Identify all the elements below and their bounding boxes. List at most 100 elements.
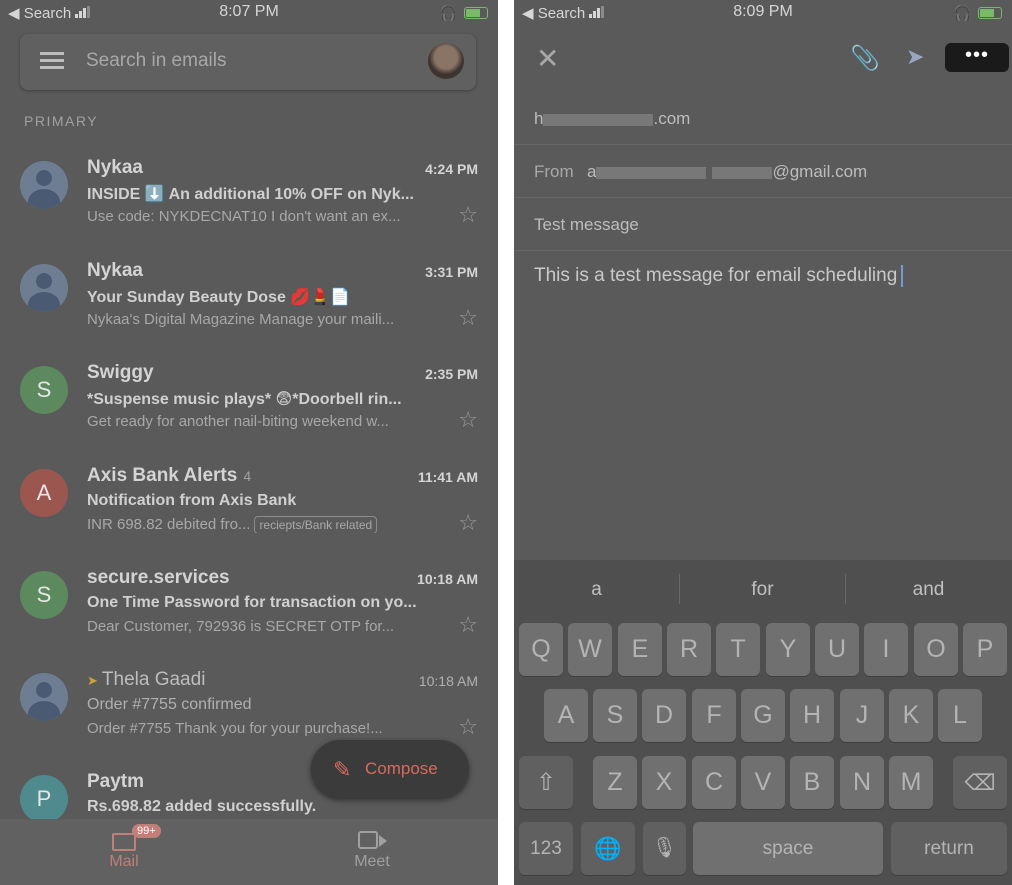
key-y[interactable]: Y (766, 623, 810, 676)
key-a[interactable]: A (544, 689, 588, 742)
star-icon[interactable]: ☆ (458, 204, 478, 226)
email-row[interactable]: S Swiggy 2:35 PM *Suspense music plays* … (0, 358, 498, 458)
body-text: This is a test message for email schedul… (534, 265, 898, 287)
key-j[interactable]: J (840, 689, 884, 742)
email-time: 10:18 AM (417, 571, 478, 587)
to-field[interactable]: h .com (514, 92, 1012, 145)
menu-icon[interactable] (40, 52, 64, 70)
email-row[interactable]: S secure.services 10:18 AM One Time Pass… (0, 563, 498, 663)
email-row[interactable]: A Axis Bank Alerts 4 11:41 AM Notificatio… (0, 461, 498, 561)
status-time: 8:09 PM (733, 3, 793, 20)
more-options-button[interactable]: ••• (945, 43, 1009, 72)
suggestion-2[interactable]: for (680, 570, 845, 610)
backspace-key[interactable]: ⌫ (953, 756, 1007, 809)
key-c[interactable]: C (692, 756, 736, 809)
suggestion-1[interactable]: a (514, 570, 679, 610)
search-input[interactable]: Search in emails (86, 50, 226, 72)
status-bar: ◀ Search 8:09 PM 🎧 (514, 0, 1012, 26)
backspace-icon: ⌫ (964, 770, 996, 795)
email-time: 3:31 PM (425, 264, 478, 280)
key-t[interactable]: T (716, 623, 760, 676)
star-icon[interactable]: ☆ (458, 614, 478, 636)
email-subject: *Suspense music plays* 😨*Doorbell rin... (87, 391, 402, 408)
email-row[interactable]: Nykaa 3:31 PM Your Sunday Beauty Dose 💋💄… (0, 256, 498, 356)
key-p[interactable]: P (963, 623, 1007, 676)
key-r[interactable]: R (667, 623, 711, 676)
subject-value[interactable]: Test message (534, 215, 639, 235)
avatar-icon (20, 673, 68, 721)
compose-screen: ◀ Search 8:09 PM 🎧 ✕ 📎 ➤ ••• h .com From … (514, 0, 1012, 885)
key-l[interactable]: L (938, 689, 982, 742)
avatar-icon (20, 161, 68, 209)
email-subject: Your Sunday Beauty Dose 💋💄📄 (87, 289, 351, 306)
sender-name: Axis Bank Alerts (87, 465, 238, 486)
email-sender: Axis Bank Alerts 4 (87, 465, 251, 487)
key-w[interactable]: W (568, 623, 612, 676)
suggestion-3[interactable]: and (846, 570, 1011, 610)
search-bar[interactable]: Search in emails (20, 34, 476, 90)
bottom-nav: 99+ Mail Meet (0, 819, 498, 885)
key-m[interactable]: M (889, 756, 933, 809)
send-icon[interactable]: ➤ (906, 44, 924, 70)
snippet-text: INR 698.82 debited fro... (87, 516, 251, 533)
pencil-icon: ✎ (333, 757, 352, 782)
key-x[interactable]: X (642, 756, 686, 809)
key-i[interactable]: I (864, 623, 908, 676)
key-o[interactable]: O (914, 623, 958, 676)
star-icon[interactable]: ☆ (458, 409, 478, 431)
headphones-icon: 🎧 (439, 5, 458, 22)
key-h[interactable]: H (790, 689, 834, 742)
key-d[interactable]: D (642, 689, 686, 742)
unread-badge: 99+ (132, 824, 161, 838)
from-value[interactable]: a @gmail.com (587, 162, 867, 182)
email-time: 11:41 AM (417, 469, 478, 485)
key-z[interactable]: Z (593, 756, 637, 809)
key-n[interactable]: N (840, 756, 884, 809)
close-icon[interactable]: ✕ (536, 42, 559, 75)
space-key[interactable]: space (693, 822, 883, 875)
key-q[interactable]: Q (519, 623, 563, 676)
nav-mail[interactable]: 99+ Mail (64, 824, 184, 871)
email-time: 2:35 PM (425, 366, 478, 382)
from-prefix: a (587, 162, 597, 181)
email-snippet: INR 698.82 debited fro... reciepts/Bank r… (87, 516, 442, 533)
text-cursor (901, 265, 904, 287)
email-snippet: Use code: NYKDECNAT10 I don't want an ex… (87, 208, 401, 225)
nav-meet[interactable]: Meet (312, 827, 432, 871)
shift-key[interactable]: ⇧ (519, 756, 573, 809)
key-b[interactable]: B (790, 756, 834, 809)
status-icons: 🎧 (953, 4, 1002, 22)
attachment-icon[interactable]: 📎 (850, 44, 880, 73)
key-u[interactable]: U (815, 623, 859, 676)
message-body[interactable]: This is a test message for email schedul… (534, 265, 904, 287)
star-icon[interactable]: ☆ (458, 307, 478, 329)
return-key[interactable]: return (891, 822, 1007, 875)
dictation-key[interactable]: 🎙 (643, 822, 686, 875)
key-s[interactable]: S (593, 689, 637, 742)
key-k[interactable]: K (889, 689, 933, 742)
email-sender: Paytm (87, 771, 145, 792)
compose-button[interactable]: ✎ Compose (311, 740, 469, 798)
avatar-initial: S (20, 366, 68, 414)
email-sender: ➤ Thela Gaadi (87, 669, 205, 691)
globe-icon: 🌐 (594, 836, 622, 861)
key-f[interactable]: F (692, 689, 736, 742)
avatar-initial: P (20, 775, 68, 823)
battery-icon (978, 7, 1002, 19)
email-snippet: Nykaa's Digital Magazine Manage your mai… (87, 311, 395, 328)
from-field[interactable]: From a @gmail.com (514, 145, 1012, 198)
globe-key[interactable]: 🌐 (581, 822, 635, 875)
email-row[interactable]: Nykaa 4:24 PM INSIDE ⬇️ An additional 10… (0, 153, 498, 253)
email-subject: Notification from Axis Bank (87, 492, 297, 509)
email-snippet: Get ready for another nail-biting weeken… (87, 413, 389, 430)
numbers-key[interactable]: 123 (519, 822, 573, 875)
key-e[interactable]: E (618, 623, 662, 676)
key-v[interactable]: V (741, 756, 785, 809)
account-avatar[interactable] (428, 43, 464, 79)
compose-label: Compose (365, 759, 438, 778)
star-icon[interactable]: ☆ (458, 512, 478, 534)
star-icon[interactable]: ☆ (458, 716, 478, 738)
to-value[interactable]: h .com (534, 109, 690, 129)
subject-field[interactable]: Test message (514, 198, 1012, 251)
key-g[interactable]: G (741, 689, 785, 742)
